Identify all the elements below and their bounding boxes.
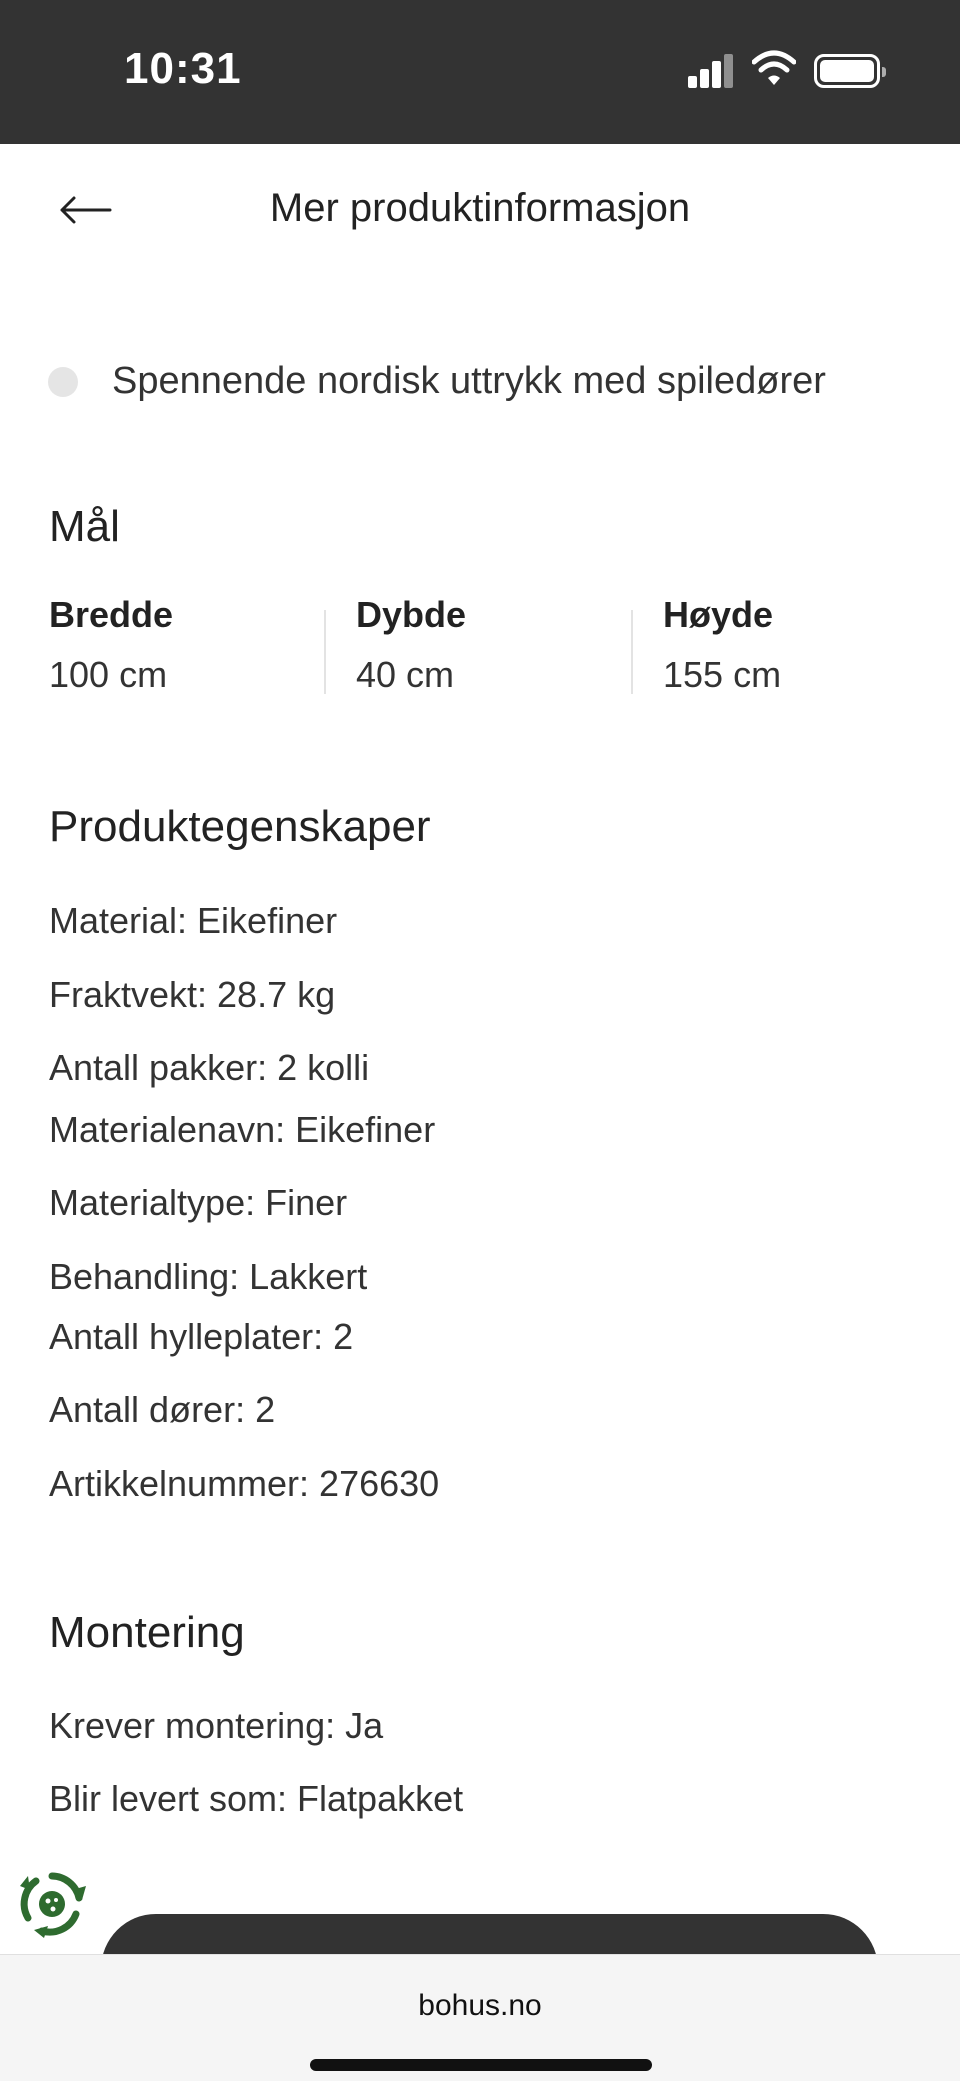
- property-item: Fraktvekt: 28.7 kg: [49, 974, 336, 1015]
- dimension-depth: Dybde 40 cm: [356, 594, 466, 700]
- dimension-divider: [631, 610, 633, 694]
- property-item: Material: Eikefiner: [49, 900, 338, 941]
- dimension-divider: [324, 610, 326, 694]
- feature-text: Spennende nordisk uttrykk med spiledører: [112, 360, 826, 402]
- dimensions-title: Mål: [49, 502, 120, 551]
- dimension-height: Høyde 155 cm: [663, 594, 781, 700]
- status-time: 10:31: [124, 44, 242, 93]
- dimension-label: Bredde: [49, 594, 174, 635]
- properties-title: Produktegenskaper: [49, 802, 431, 851]
- status-bar: 10:31: [0, 0, 960, 144]
- property-item: Materialtype: Finer: [49, 1182, 348, 1223]
- dimension-label: Høyde: [663, 594, 774, 635]
- property-item: Behandling: Lakkert: [49, 1256, 368, 1297]
- dimension-value: 155 cm: [663, 654, 782, 695]
- dimension-value: 100 cm: [49, 654, 168, 695]
- dimensions-row: Bredde 100 cm Dybde 40 cm Høyde 155 cm: [49, 594, 929, 700]
- assembly-title: Montering: [49, 1608, 245, 1657]
- bullet-dot-icon: [48, 366, 78, 397]
- property-item: Antall dører: 2: [49, 1389, 276, 1430]
- wifi-icon: [751, 48, 797, 88]
- property-item: Artikkelnummer: 276630: [49, 1463, 440, 1504]
- cellular-signal-icon: [688, 52, 734, 88]
- property-item: Antall pakker: 2 kolli: [49, 1047, 370, 1088]
- assembly-item: Krever montering: Ja: [49, 1705, 384, 1746]
- battery-icon: [814, 54, 886, 88]
- assembly-item: Blir levert som: Flatpakket: [49, 1778, 464, 1819]
- browser-bar: bohus.no: [0, 1954, 960, 2081]
- page-title: Mer produktinformasjon: [269, 186, 691, 230]
- property-item: Antall hylleplater: 2: [49, 1316, 354, 1357]
- home-indicator: [310, 2059, 652, 2071]
- dimension-width: Bredde 100 cm: [49, 594, 173, 700]
- dimension-label: Dybde: [356, 594, 467, 635]
- dimension-value: 40 cm: [356, 654, 455, 695]
- recycle-icon[interactable]: [16, 1868, 88, 1940]
- browser-url[interactable]: bohus.no: [0, 1989, 960, 2023]
- feature-item: Spennende nordisk uttrykk med spiledører: [48, 360, 826, 403]
- property-item: Materialenavn: Eikefiner: [49, 1109, 436, 1150]
